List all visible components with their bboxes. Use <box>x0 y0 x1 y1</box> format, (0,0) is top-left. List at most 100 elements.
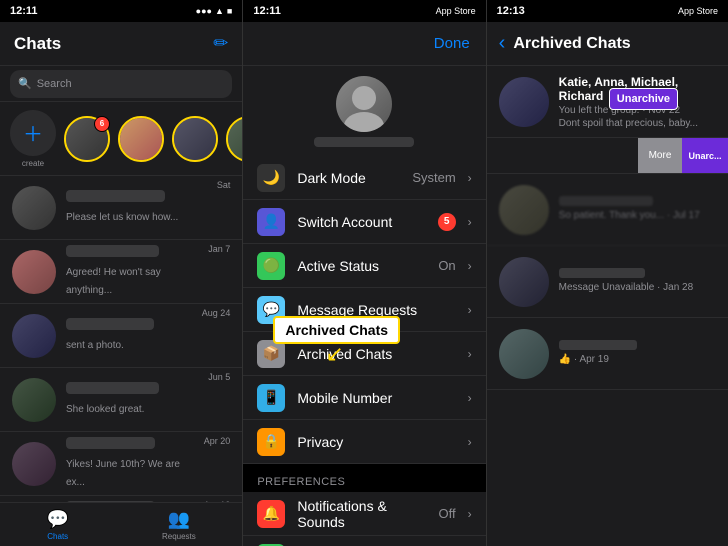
archived-item-1[interactable]: Katie, Anna, Michael, Richard You left t… <box>487 66 728 138</box>
create-label: create <box>22 159 44 168</box>
chat-time-3: Aug 24 <box>202 308 231 318</box>
story-avatar-1[interactable]: 6 <box>64 116 110 162</box>
settings-item-privacy[interactable]: 🔒 Privacy › <box>243 420 485 464</box>
settings-item-mobilenumber[interactable]: 📱 Mobile Number › <box>243 376 485 420</box>
search-input-wrapper[interactable]: 🔍 Search <box>10 70 232 98</box>
annotation-arrow-icon: ↙ <box>325 341 343 367</box>
archived-item-4[interactable]: 👍 · Apr 19 <box>487 318 728 390</box>
archivedchats-chevron-icon: › <box>468 347 472 361</box>
archived-sub-3: Message Unavailable · Jan 28 <box>559 282 716 293</box>
mobilenumber-icon: 📱 <box>257 384 285 412</box>
archived-name-2 <box>559 196 653 206</box>
chat-info-3: sent a photo. <box>66 318 192 353</box>
archived-preview-1: Dont spoil that precious, baby... <box>559 118 716 129</box>
time-settings: 12:11 <box>253 5 281 17</box>
avatar-svg <box>336 76 392 132</box>
archived-sub-4: 👍 · Apr 19 <box>559 354 716 365</box>
edit-icon[interactable]: ✏ <box>213 33 228 54</box>
avatar-inner-3 <box>174 118 216 160</box>
time-archived: 12:13 <box>497 5 525 17</box>
mobilenumber-label: Mobile Number <box>297 390 455 406</box>
swipe-unarchive-btn[interactable]: Unarc... <box>682 138 728 173</box>
settings-item-contacts[interactable]: 👥 Phone Contacts › <box>243 536 485 546</box>
settings-item-notif[interactable]: 🔔 Notifications & Sounds Off › <box>243 492 485 536</box>
archived-info-4: 👍 · Apr 19 <box>559 340 716 367</box>
archived-info-2: So patient. Thank you... · Jul 17 <box>559 196 716 223</box>
story-2[interactable] <box>118 116 164 162</box>
switchaccount-badge: 5 <box>438 213 456 231</box>
chat-time-1: Sat <box>217 180 231 190</box>
chat-info-4: She looked great. <box>66 382 198 417</box>
darkmode-chevron-icon: › <box>468 171 472 185</box>
switchaccount-label: Switch Account <box>297 214 425 230</box>
tab-chats[interactable]: 💬 Chats <box>47 509 69 541</box>
chat-item-4[interactable]: She looked great. Jun 5 <box>0 368 242 432</box>
status-bar-settings: 12:11 App Store <box>243 0 485 22</box>
chat-avatar-5 <box>12 442 56 486</box>
story-badge-1: 6 <box>94 116 110 132</box>
swipe-more-btn[interactable]: More <box>638 138 682 173</box>
story-3[interactable] <box>172 116 218 162</box>
darkmode-label: Dark Mode <box>297 170 400 186</box>
signal-icon: ●●● <box>196 6 212 16</box>
stories-row: ＋ create 6 <box>0 102 242 176</box>
swipe-more-label: More <box>649 150 672 161</box>
chats-title: Chats <box>14 34 61 54</box>
archived-list: Katie, Anna, Michael, Richard You left t… <box>487 66 728 546</box>
chats-tab-icon: 💬 <box>47 509 69 530</box>
preferences-label-text: PREFERENCES <box>257 476 345 488</box>
chat-list: Please let us know how... Sat Agreed! He… <box>0 176 242 502</box>
story-create[interactable]: ＋ create <box>10 110 56 168</box>
privacy-chevron-icon: › <box>468 435 472 449</box>
profile-name-bar <box>314 137 414 147</box>
chat-avatar-4 <box>12 378 56 422</box>
battery-icon: ■ <box>227 6 232 16</box>
settings-item-darkmode[interactable]: 🌙 Dark Mode System › <box>243 156 485 200</box>
archived-info-3: Message Unavailable · Jan 28 <box>559 268 716 295</box>
activestatus-chevron-icon: › <box>468 259 472 273</box>
status-icons-settings: App Store <box>436 6 476 16</box>
status-bar-chats: 12:11 ●●● ▲ ■ <box>0 0 242 22</box>
story-avatar-4[interactable] <box>226 116 242 162</box>
story-1[interactable]: 6 <box>64 116 110 162</box>
bottom-bar-chats: 💬 Chats 👥 Requests <box>0 502 242 546</box>
activestatus-value: On <box>438 258 455 273</box>
chat-item-5[interactable]: Yikes! June 10th? We are ex... Apr 20 <box>0 432 242 496</box>
story-avatar-3[interactable] <box>172 116 218 162</box>
switchaccount-chevron-icon: › <box>468 215 472 229</box>
switchaccount-icon: 👤 <box>257 208 285 236</box>
chat-item-2[interactable]: Agreed! He won't say anything... Jan 7 <box>0 240 242 304</box>
avatar-inner-4 <box>228 118 242 160</box>
preferences-section-label: PREFERENCES <box>243 464 485 492</box>
chat-info-2: Agreed! He won't say anything... <box>66 245 198 298</box>
archived-name-4 <box>559 340 638 350</box>
archived-avatar-3 <box>499 257 549 307</box>
settings-item-switchaccount[interactable]: 👤 Switch Account 5 › <box>243 200 485 244</box>
chat-item-3[interactable]: sent a photo. Aug 24 <box>0 304 242 368</box>
notif-label: Notifications & Sounds <box>297 498 426 530</box>
notif-chevron-icon: › <box>468 507 472 521</box>
story-4[interactable] <box>226 116 242 162</box>
archived-title: Archived Chats <box>513 35 630 53</box>
tab-requests[interactable]: 👥 Requests <box>162 509 196 541</box>
search-bar[interactable]: 🔍 Search <box>0 66 242 102</box>
archived-item-3[interactable]: Message Unavailable · Jan 28 <box>487 246 728 318</box>
swipe-actions-row: More Unarc... <box>487 138 728 174</box>
darkmode-value: System <box>412 170 455 185</box>
swipe-spacer <box>487 138 638 173</box>
appstore-label-settings: App Store <box>436 6 476 16</box>
create-story-btn[interactable]: ＋ <box>10 110 56 156</box>
chat-avatar-3 <box>12 314 56 358</box>
archived-item-2[interactable]: So patient. Thank you... · Jul 17 <box>487 174 728 246</box>
panel-chats: 12:11 ●●● ▲ ■ Chats ✏ 🔍 Search ＋ create … <box>0 0 242 546</box>
archived-header: ‹ Archived Chats <box>487 22 728 66</box>
chat-item-1[interactable]: Please let us know how... Sat <box>0 176 242 240</box>
panel-archived: 12:13 App Store ‹ Archived Chats Katie, … <box>487 0 728 546</box>
chat-msg-5: Yikes! June 10th? We are ex... <box>66 459 180 488</box>
done-button[interactable]: Done <box>434 35 470 52</box>
back-button[interactable]: ‹ <box>499 32 506 55</box>
story-avatar-2[interactable] <box>118 116 164 162</box>
status-icons-archived: App Store <box>678 6 718 16</box>
avatar-inner-2 <box>120 118 162 160</box>
settings-item-activestatus[interactable]: 🟢 Active Status On › <box>243 244 485 288</box>
